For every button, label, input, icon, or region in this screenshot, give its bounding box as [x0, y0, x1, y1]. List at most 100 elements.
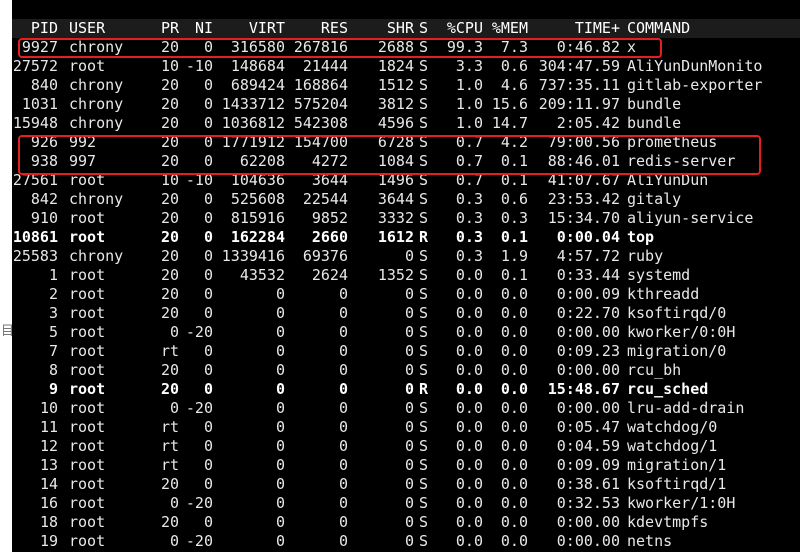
- cell-s: S: [419, 57, 429, 75]
- cell-pid: 15948: [12, 114, 58, 132]
- cell-virt: 0: [275, 513, 285, 531]
- cell-shr: 2688: [377, 38, 414, 56]
- column-header-user: USER: [69, 19, 106, 37]
- cell-s: S: [419, 323, 429, 341]
- cell-ni: 0: [203, 133, 213, 151]
- cell-user: chrony: [69, 76, 124, 94]
- cell-shr: 3332: [377, 209, 414, 227]
- cell-time: 88:46.01: [547, 152, 620, 170]
- cell-cmd: rcu_sched: [627, 380, 709, 398]
- cell-shr: 0: [404, 342, 414, 360]
- column-header-ni: NI: [194, 19, 213, 37]
- cell-ni: 0: [203, 152, 213, 170]
- cell-virt: 0: [275, 532, 285, 550]
- cell-virt: 162284: [230, 228, 285, 246]
- cell-shr: 0: [404, 494, 414, 512]
- cell-s: S: [419, 95, 429, 113]
- cell-pid: 1031: [21, 95, 58, 113]
- cell-pid: 18: [39, 513, 58, 531]
- cell-shr: 6728: [377, 133, 414, 151]
- cell-ni: 0: [203, 266, 213, 284]
- cell-user: root: [69, 228, 106, 246]
- cell-cmd: ruby: [627, 247, 664, 265]
- cell-cmd: migration/0: [627, 342, 727, 360]
- cell-user: root: [69, 399, 106, 417]
- cell-pid: 926: [30, 133, 58, 151]
- terminal-window[interactable]: PID USER PR NI VIRT RES SHR S %CPU %MEM TIME+ COMMA…: [12, 0, 800, 552]
- cell-virt: 316580: [230, 38, 285, 56]
- process-row: 25583 chrony 20 0 1339416 69376 0 S 0.3 1.9 4:57.7…: [12, 247, 800, 266]
- cell-s: S: [419, 399, 429, 417]
- cell-pr: rt: [160, 418, 179, 436]
- process-row: 8 root 20 0 0 0 0 S 0.0 0.0 0:00.00 rcu_bh: [12, 361, 800, 380]
- cell-mem: 0.6: [500, 190, 528, 208]
- cell-mem: 0.0: [500, 513, 528, 531]
- process-row: 27572 root 10 -10 148684 21444 1824 S 3.3 0.6 304:…: [12, 57, 800, 76]
- cell-pid: 19: [39, 532, 58, 550]
- cell-virt: 689424: [230, 76, 285, 94]
- cell-user: root: [69, 437, 106, 455]
- cell-cpu: 0.0: [455, 513, 483, 531]
- cell-pr: 20: [160, 228, 179, 246]
- cell-shr: 1496: [377, 171, 414, 189]
- cell-res: 0: [338, 532, 348, 550]
- cell-ni: 0: [203, 228, 213, 246]
- cell-time: 15:34.70: [547, 209, 620, 227]
- cell-shr: 0: [404, 513, 414, 531]
- cell-s: S: [419, 532, 429, 550]
- cell-pid: 5: [48, 323, 58, 341]
- cell-ni: 0: [203, 114, 213, 132]
- cell-pid: 14: [39, 475, 58, 493]
- cell-ni: 0: [203, 95, 213, 113]
- cell-res: 0: [338, 380, 348, 398]
- cell-res: 4272: [311, 152, 348, 170]
- cell-cmd: redis-server: [627, 152, 736, 170]
- column-header-shr: SHR: [386, 19, 414, 37]
- cell-res: 69376: [302, 247, 348, 265]
- cell-s: S: [419, 209, 429, 227]
- cell-user: chrony: [69, 247, 124, 265]
- cell-time: 0:33.44: [556, 266, 620, 284]
- cell-cmd: ksoftirqd/1: [627, 475, 727, 493]
- cell-pr: rt: [160, 456, 179, 474]
- cell-pid: 9: [48, 380, 58, 398]
- cell-pid: 27561: [12, 171, 58, 189]
- cell-ni: -20: [185, 494, 213, 512]
- cell-s: R: [419, 380, 429, 398]
- cell-user: root: [69, 342, 106, 360]
- cell-cpu: 0.3: [455, 247, 483, 265]
- cell-ni: 0: [203, 285, 213, 303]
- cell-s: S: [419, 76, 429, 94]
- cell-time: 23:53.42: [547, 190, 620, 208]
- cell-pr: 20: [160, 380, 179, 398]
- cell-virt: 0: [275, 418, 285, 436]
- cell-cpu: 0.7: [455, 152, 483, 170]
- cell-cpu: 0.0: [455, 342, 483, 360]
- cell-shr: 0: [404, 285, 414, 303]
- cell-s: S: [419, 342, 429, 360]
- cell-shr: 4596: [377, 114, 414, 132]
- cell-pr: 20: [160, 190, 179, 208]
- cell-cmd: bundle: [627, 95, 682, 113]
- cell-cpu: 0.0: [455, 494, 483, 512]
- cell-pr: 20: [160, 285, 179, 303]
- cell-cpu: 3.3: [455, 57, 483, 75]
- cell-virt: 0: [275, 361, 285, 379]
- cell-pr: 20: [160, 95, 179, 113]
- cell-pid: 13: [39, 456, 58, 474]
- cell-user: root: [69, 380, 106, 398]
- cell-s: S: [419, 114, 429, 132]
- process-row: 2 root 20 0 0 0 0 S 0.0 0.0 0:00.09 kthreadd: [12, 285, 800, 304]
- cell-user: root: [69, 323, 106, 341]
- cell-pid: 3: [48, 304, 58, 322]
- cell-s: S: [419, 266, 429, 284]
- cell-ni: 0: [203, 361, 213, 379]
- cell-virt: 0: [275, 304, 285, 322]
- cell-cmd: AliYunDunMonito: [627, 57, 763, 75]
- cell-cpu: 0.7: [455, 133, 483, 151]
- cell-pid: 10: [39, 399, 58, 417]
- cell-res: 575204: [293, 95, 348, 113]
- cell-shr: 3644: [377, 190, 414, 208]
- cell-mem: 0.0: [500, 494, 528, 512]
- cell-time: 41:07.67: [547, 171, 620, 189]
